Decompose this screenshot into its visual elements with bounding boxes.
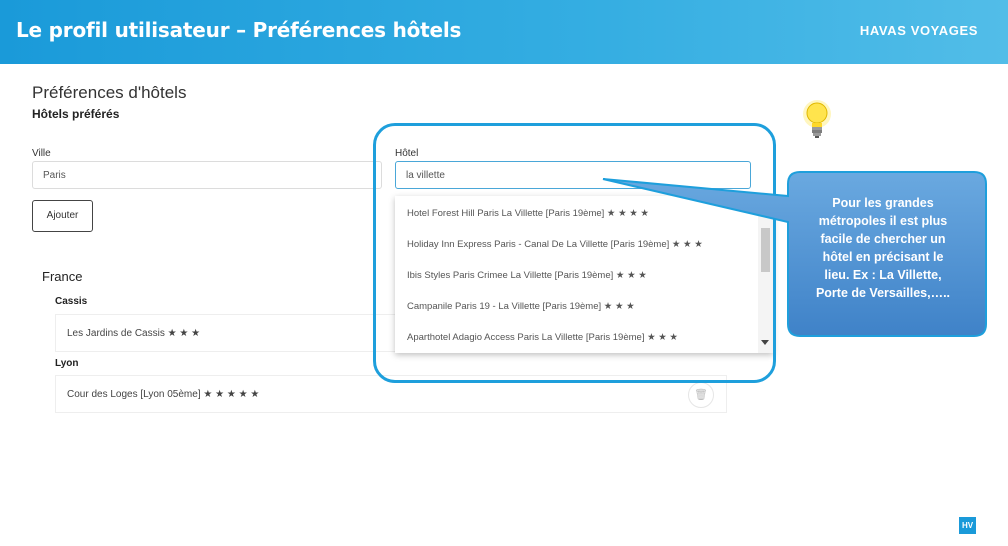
callout-line: Pour les grandes (832, 196, 934, 210)
slide: Le profil utilisateur – Préférences hôte… (0, 0, 1008, 546)
callout-line: Porte de Versailles,….. (815, 286, 951, 300)
callout-text: Pour les grandes métropoles il est plus … (794, 194, 972, 302)
lightbulb-icon (803, 100, 831, 138)
callout-line: lieu. Ex : La Villette, (824, 268, 942, 282)
callout-line: facile de chercher un (820, 232, 946, 246)
callout-line: métropoles il est plus (818, 214, 948, 228)
callout-line: hôtel en précisant le (822, 250, 944, 264)
hv-logo: HV (959, 517, 976, 534)
